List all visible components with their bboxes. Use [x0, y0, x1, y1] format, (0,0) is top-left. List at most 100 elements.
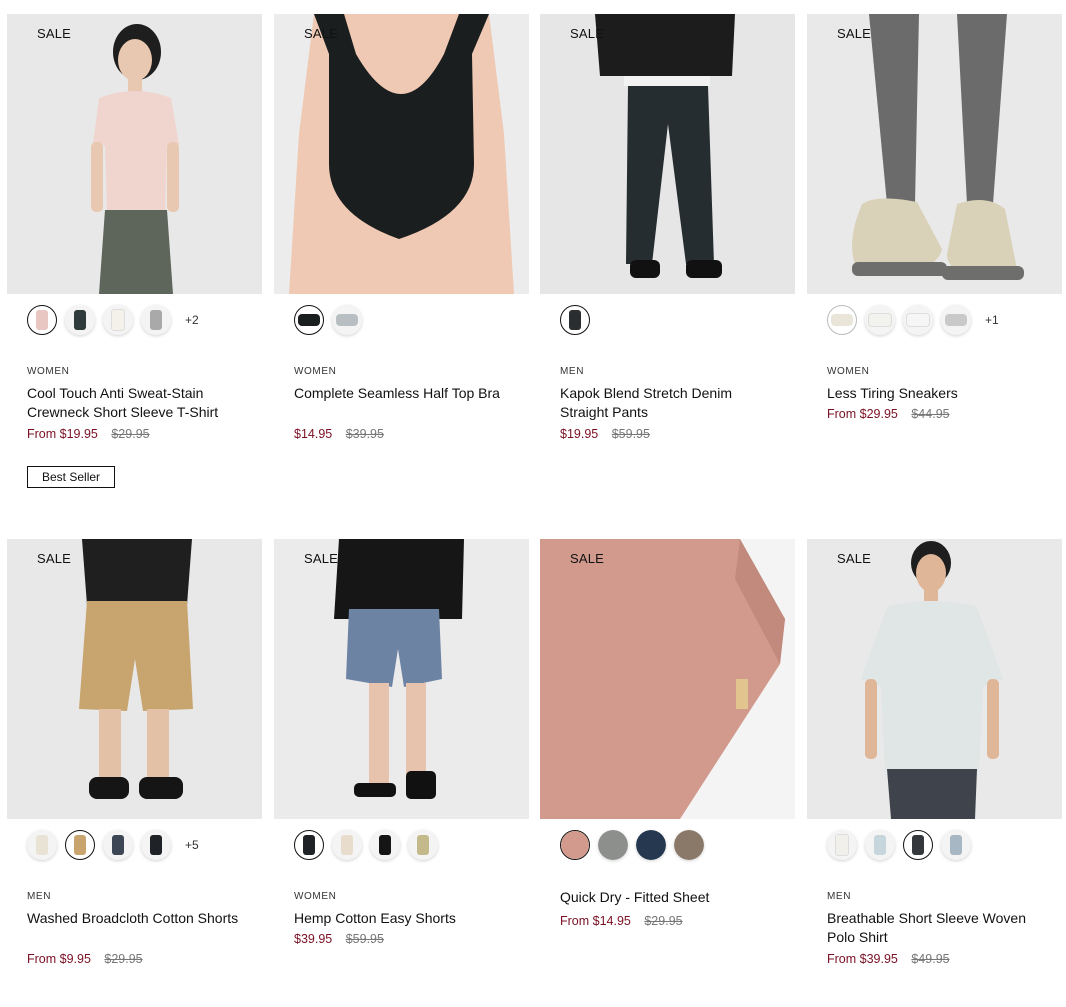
color-swatch[interactable] — [865, 830, 895, 860]
sale-tag: SALE — [837, 551, 872, 566]
more-colors-link[interactable]: +5 — [185, 838, 199, 852]
color-swatch[interactable] — [865, 305, 895, 335]
color-swatch[interactable] — [827, 305, 857, 335]
color-swatch[interactable] — [27, 305, 57, 335]
product-grid: SALE +2 WOMEN Cool Touch Anti Sweat-Stai… — [0, 0, 1066, 1007]
price-row: From $29.95 $44.95 — [827, 407, 950, 421]
product-category: WOMEN — [294, 891, 337, 902]
color-swatch[interactable] — [141, 305, 171, 335]
color-swatches: +5 — [27, 829, 199, 861]
color-swatches: +2 — [27, 304, 199, 336]
color-swatch[interactable] — [674, 830, 704, 860]
color-swatch[interactable] — [598, 830, 628, 860]
color-swatch[interactable] — [103, 305, 133, 335]
sale-tag: SALE — [304, 551, 339, 566]
sale-price: From $14.95 — [560, 914, 631, 928]
product-category: WOMEN — [827, 366, 870, 377]
sale-tag: SALE — [837, 26, 872, 41]
product-image[interactable]: SALE — [540, 14, 795, 294]
color-swatch[interactable] — [827, 830, 857, 860]
product-category: WOMEN — [27, 366, 70, 377]
product-name[interactable]: Quick Dry - Fitted Sheet — [560, 888, 775, 907]
sale-tag: SALE — [570, 26, 605, 41]
sale-tag: SALE — [37, 26, 72, 41]
product-image[interactable]: SALE — [7, 14, 262, 294]
product-card[interactable]: SALE Quick Dry - Fitted Sheet From $14.9… — [540, 539, 795, 928]
product-name[interactable]: Cool Touch Anti Sweat-Stain Crewneck Sho… — [27, 384, 242, 422]
product-image[interactable]: SALE — [274, 539, 529, 819]
original-price: $29.95 — [644, 914, 683, 928]
color-swatch[interactable] — [560, 305, 590, 335]
color-swatches — [560, 304, 598, 336]
original-price: $39.95 — [345, 427, 384, 441]
product-image[interactable]: SALE — [7, 539, 262, 819]
sale-price: From $9.95 — [27, 952, 91, 966]
product-category: MEN — [560, 366, 585, 377]
sale-price: $14.95 — [294, 427, 333, 441]
color-swatch[interactable] — [294, 305, 324, 335]
color-swatch[interactable] — [408, 830, 438, 860]
product-card[interactable]: SALE +5 MEN Washed Broadcloth Cotton Sho… — [7, 539, 262, 966]
price-row: From $19.95 $29.95 — [27, 427, 150, 441]
color-swatch[interactable] — [65, 830, 95, 860]
price-row: $14.95 $39.95 — [294, 427, 384, 441]
product-name[interactable]: Washed Broadcloth Cotton Shorts — [27, 909, 242, 928]
product-card[interactable]: SALE +1 WOMEN Less Tiring Sneakers From … — [807, 14, 1062, 421]
color-swatches: +1 — [827, 304, 999, 336]
original-price: $44.95 — [911, 407, 950, 421]
more-colors-link[interactable]: +1 — [985, 313, 999, 327]
color-swatch[interactable] — [941, 305, 971, 335]
color-swatches — [560, 829, 712, 861]
color-swatch[interactable] — [141, 830, 171, 860]
color-swatch[interactable] — [636, 830, 666, 860]
color-swatch[interactable] — [65, 305, 95, 335]
original-price: $29.95 — [111, 427, 150, 441]
sale-price: $19.95 — [560, 427, 599, 441]
sale-price: $39.95 — [294, 932, 333, 946]
product-image[interactable]: SALE — [807, 14, 1062, 294]
original-price: $59.95 — [345, 932, 384, 946]
color-swatch[interactable] — [103, 830, 133, 860]
price-row: From $9.95 $29.95 — [27, 952, 143, 966]
product-name[interactable]: Less Tiring Sneakers — [827, 384, 1042, 403]
color-swatch[interactable] — [941, 830, 971, 860]
sale-tag: SALE — [37, 551, 72, 566]
color-swatch[interactable] — [332, 305, 362, 335]
product-category: MEN — [27, 891, 52, 902]
best-seller-badge: Best Seller — [27, 466, 116, 488]
product-card[interactable]: SALE WOMEN Complete Seamless Half Top Br… — [274, 14, 529, 441]
color-swatch[interactable] — [560, 830, 590, 860]
original-price: $29.95 — [104, 952, 143, 966]
color-swatch[interactable] — [332, 830, 362, 860]
sale-price: From $19.95 — [27, 427, 98, 441]
color-swatch[interactable] — [27, 830, 57, 860]
color-swatch[interactable] — [370, 830, 400, 860]
more-colors-link[interactable]: +2 — [185, 313, 199, 327]
product-name[interactable]: Hemp Cotton Easy Shorts — [294, 909, 509, 928]
color-swatch[interactable] — [294, 830, 324, 860]
sale-price: From $39.95 — [827, 952, 898, 966]
product-image[interactable]: SALE — [274, 14, 529, 294]
price-row: $19.95 $59.95 — [560, 427, 650, 441]
price-row: From $39.95 $49.95 — [827, 952, 950, 966]
color-swatch[interactable] — [903, 305, 933, 335]
product-card[interactable]: SALE MEN Breathable Short Sleeve Woven P… — [807, 539, 1062, 966]
sale-tag: SALE — [304, 26, 339, 41]
original-price: $59.95 — [611, 427, 650, 441]
product-name[interactable]: Breathable Short Sleeve Woven Polo Shirt — [827, 909, 1042, 947]
product-card[interactable]: SALE MEN Kapok Blend Stretch Denim Strai… — [540, 14, 795, 441]
product-image[interactable]: SALE — [807, 539, 1062, 819]
product-category: MEN — [827, 891, 852, 902]
color-swatches — [294, 304, 370, 336]
color-swatch[interactable] — [903, 830, 933, 860]
original-price: $49.95 — [911, 952, 950, 966]
product-name[interactable]: Complete Seamless Half Top Bra — [294, 384, 509, 403]
product-name[interactable]: Kapok Blend Stretch Denim Straight Pants — [560, 384, 775, 422]
product-card[interactable]: SALE WOMEN Hemp Cotton Easy Shorts $39.9… — [274, 539, 529, 946]
sale-price: From $29.95 — [827, 407, 898, 421]
product-card[interactable]: SALE +2 WOMEN Cool Touch Anti Sweat-Stai… — [7, 14, 262, 488]
price-row: $39.95 $59.95 — [294, 932, 384, 946]
color-swatches — [827, 829, 979, 861]
product-category: WOMEN — [294, 366, 337, 377]
product-image[interactable]: SALE — [540, 539, 795, 819]
